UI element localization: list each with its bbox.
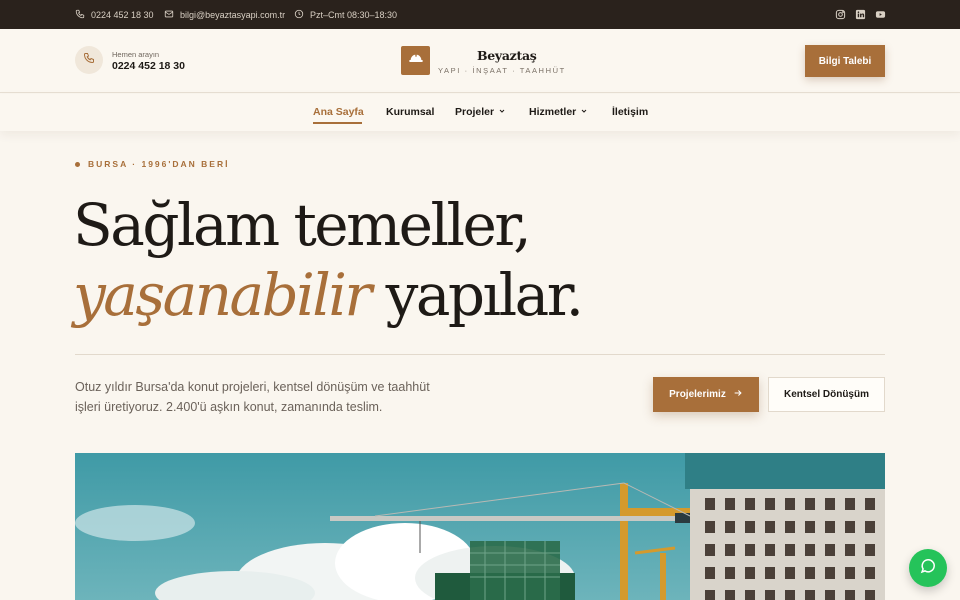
phone-icon [75,9,85,21]
chevron-down-icon [580,106,588,118]
arrow-right-icon [733,388,743,401]
call-button[interactable] [75,46,103,74]
nav-item-label: Kurumsal [386,106,435,118]
topbar-hours-text: Pzt–Cmt 08:30–18:30 [310,9,398,20]
nav-item-corporate[interactable]: Kurumsal [386,106,434,118]
nav-item-contact[interactable]: İletişim [612,106,648,118]
headline-rest: yapılar. [369,261,584,329]
phone-icon [83,51,95,69]
nav-item-label: İletişim [612,106,649,118]
chat-bubble-icon [919,557,937,580]
hero-image [75,453,885,600]
headline-line1: Sağlam temeller, [73,191,532,259]
topbar-email-text: bilgi@beyaztasyapi.com.tr [180,9,286,20]
clock-icon [294,9,304,21]
info-request-button[interactable]: Bilgi Talebi [805,45,885,77]
topbar-hours: Pzt–Cmt 08:30–18:30 [294,0,397,29]
hero-divider [75,354,885,355]
eyebrow-dot [75,161,80,167]
hero-lead: Otuz yıldır Bursa'da konut projeleri, ke… [75,380,430,414]
hard-hat-icon [408,50,424,71]
nav-item-services[interactable]: Hizmetler [529,106,588,118]
nav-item-projects[interactable]: Projeler [455,106,506,118]
call-number[interactable]: 0224 452 18 30 [112,60,185,72]
nav-item-home[interactable]: Ana Sayfa [313,106,364,118]
urban-renewal-button[interactable]: Kentsel Dönüşüm [768,377,885,412]
instagram-icon[interactable] [835,9,846,20]
eyebrow-text: BURSA · 1996'DAN BERİ [88,159,230,169]
nav-item-label: Hizmetler [529,106,577,118]
linkedin-icon[interactable] [855,9,866,20]
brand-name[interactable]: Beyaztaş [477,48,537,63]
topbar-email[interactable]: bilgi@beyaztasyapi.com.tr [164,0,285,29]
nav-active-indicator [313,122,362,124]
projects-button-label: Projelerimiz [669,389,726,400]
headline-accent: yaşanabilir [73,261,372,329]
whatsapp-chat-button[interactable] [909,549,947,587]
topbar-phone-text: 0224 452 18 30 [91,9,154,20]
logo-mark[interactable] [401,46,430,75]
nav-item-label: Projeler [455,106,495,118]
nav-item-label: Ana Sayfa [313,106,364,118]
top-bar: 0224 452 18 30 bilgi@beyaztasyapi.com.tr… [0,0,960,29]
youtube-icon[interactable] [875,9,886,20]
chevron-down-icon [498,106,506,118]
topbar-phone[interactable]: 0224 452 18 30 [75,0,154,29]
hero-headline: Sağlam temeller, yaşanabilir yapılar. [73,190,584,330]
mail-icon [164,9,174,21]
projects-button[interactable]: Projelerimiz [653,377,759,412]
brand-tagline: YAPI · İNŞAAT · TAAHHÜT [438,66,566,75]
call-label: Hemen arayın [112,50,160,59]
hero-eyebrow: BURSA · 1996'DAN BERİ [75,159,229,169]
